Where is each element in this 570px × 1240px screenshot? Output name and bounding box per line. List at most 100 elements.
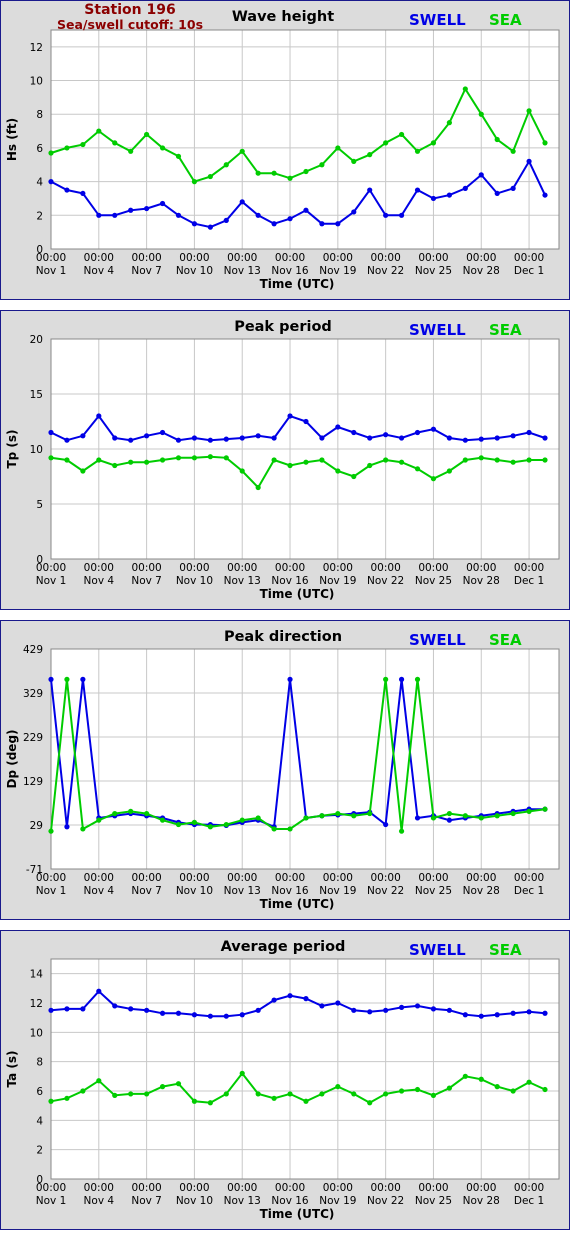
data-point-sea: [64, 145, 70, 151]
peak-period-chart: 0510152000:00Nov 100:00Nov 400:00Nov 700…: [0, 310, 570, 610]
wave-height-chart: 02468101200:00Nov 100:00Nov 400:00Nov 70…: [0, 0, 570, 300]
data-point-sea: [128, 808, 134, 814]
wave-height-panel: 0 2 4 6 8 10 12 00:00 Nov 1 00:00 Nov 4 00:00 Nov 70…: [0, 0, 570, 300]
data-point-sea: [128, 459, 134, 465]
x-tick-time: 00:00: [36, 562, 66, 574]
data-point-swell: [159, 200, 166, 207]
data-point-sea: [128, 148, 134, 154]
data-point-swell: [159, 429, 166, 436]
data-point-sea: [159, 145, 166, 151]
data-point-sea: [80, 1088, 86, 1094]
data-point-sea: [430, 815, 437, 821]
data-point-sea: [526, 1079, 532, 1085]
data-point-sea: [510, 148, 516, 154]
data-point-swell: [478, 172, 484, 178]
data-point-sea: [383, 676, 389, 682]
data-point-sea: [207, 173, 213, 180]
chart-title: Peak direction: [224, 629, 342, 645]
data-point-swell: [446, 435, 452, 441]
x-tick-time: 00:00: [371, 252, 401, 264]
x-tick-date: Dec 1: [514, 575, 544, 587]
y-tick-label: 12: [30, 998, 43, 1010]
data-point-swell: [398, 435, 405, 441]
data-point-swell: [96, 413, 102, 419]
data-point-swell: [462, 1012, 468, 1018]
legend-sea: SEA: [489, 941, 522, 959]
x-tick-date: Nov 25: [415, 575, 452, 587]
data-point-sea: [112, 810, 118, 817]
data-point-sea: [112, 462, 118, 469]
data-point-swell: [159, 1010, 166, 1016]
data-point-sea: [287, 826, 293, 832]
x-tick-date: Nov 10: [176, 575, 213, 587]
data-point-sea: [398, 828, 405, 834]
station-subtitle: Sea/swell cutoff: 10s: [57, 17, 203, 32]
data-point-sea: [319, 162, 325, 168]
chart-title: Wave height: [232, 9, 334, 25]
data-point-swell: [542, 192, 548, 198]
data-point-sea: [494, 136, 500, 143]
data-point-swell: [430, 426, 437, 432]
data-point-sea: [175, 455, 182, 461]
y-tick-label: 10: [30, 76, 43, 88]
data-point-swell: [255, 433, 261, 439]
data-point-sea: [494, 813, 500, 819]
data-point-sea: [239, 148, 245, 154]
x-tick-date: Nov 10: [176, 1195, 213, 1207]
data-point-sea: [319, 813, 325, 819]
data-point-sea: [255, 170, 261, 176]
x-tick-date: Nov 1: [36, 885, 67, 897]
data-point-sea: [383, 140, 389, 146]
x-tick-date: Nov 16: [271, 265, 309, 277]
data-point-swell: [271, 221, 277, 227]
peak-period-panel: 0 5 10 15 20 00:00 Nov 1 00:00 Nov 4 00:00 Nov 7 00…: [0, 310, 570, 610]
y-tick-label: 6: [36, 143, 43, 155]
data-point-sea: [542, 806, 548, 812]
legend-sea: SEA: [489, 11, 522, 29]
data-point-sea: [430, 476, 437, 482]
data-point-sea: [255, 484, 261, 491]
data-point-sea: [223, 455, 229, 461]
data-point-sea: [335, 1084, 341, 1090]
x-tick-date: Nov 4: [84, 265, 115, 277]
x-tick-time: 00:00: [179, 872, 209, 884]
data-point-sea: [207, 1100, 213, 1106]
data-point-swell: [414, 187, 421, 193]
data-point-sea: [112, 140, 118, 146]
x-tick-date: Nov 4: [84, 1195, 115, 1207]
data-point-sea: [144, 459, 150, 465]
y-tick-label: 429: [23, 644, 43, 656]
data-point-sea: [223, 821, 229, 828]
x-tick-date: Nov 13: [224, 575, 261, 587]
data-point-swell: [64, 437, 70, 443]
x-axis-label: Time (UTC): [260, 277, 335, 291]
x-tick-date: Nov 25: [415, 1195, 452, 1207]
data-point-swell: [191, 1012, 198, 1018]
data-point-swell: [414, 1003, 421, 1009]
x-tick-date: Nov 16: [271, 885, 309, 897]
x-tick-time: 00:00: [323, 252, 353, 264]
data-point-swell: [175, 1010, 182, 1016]
x-tick-time: 00:00: [227, 872, 257, 884]
x-tick-date: Nov 1: [36, 265, 67, 277]
data-point-sea: [462, 86, 468, 92]
data-point-swell: [494, 190, 500, 197]
x-tick-time: 00:00: [514, 1182, 544, 1194]
data-point-swell: [303, 418, 309, 425]
data-point-sea: [128, 1091, 134, 1097]
data-point-sea: [462, 1073, 468, 1079]
data-point-swell: [446, 817, 452, 823]
data-point-sea: [526, 457, 532, 463]
data-point-swell: [526, 1009, 532, 1015]
y-tick-label: 10: [30, 444, 43, 456]
data-point-swell: [239, 1012, 245, 1018]
data-point-sea: [542, 1086, 548, 1093]
data-point-swell: [144, 433, 150, 439]
x-tick-time: 00:00: [275, 252, 305, 264]
data-point-sea: [159, 817, 166, 823]
data-point-sea: [383, 1091, 389, 1097]
data-point-sea: [303, 815, 309, 821]
data-point-swell: [383, 821, 389, 828]
data-point-sea: [510, 1088, 516, 1094]
data-point-swell: [510, 185, 516, 191]
